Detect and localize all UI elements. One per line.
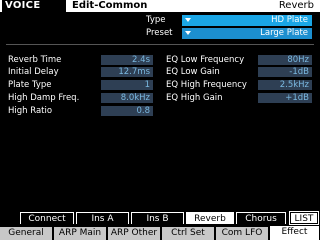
dropdown-arrow-icon [185,31,191,35]
high-damp-freq-value[interactable]: 8.0kHz [101,93,153,103]
subtab-ins-a[interactable]: Ins A [76,212,129,224]
type-value: HD Plate [271,15,308,25]
initial-delay-label: Initial Delay [8,67,59,77]
type-select[interactable]: HD Plate [182,15,312,26]
plate-type-value[interactable]: 1 [101,80,153,90]
preset-select[interactable]: Large Plate [182,28,312,39]
mode-title: VOICE [2,0,66,12]
page-title: Edit-Common [72,0,148,11]
high-ratio-label: High Ratio [8,106,53,116]
reverb-time-label: Reverb Time [8,55,62,65]
high-damp-freq-label: High Damp Freq. [8,93,80,103]
tab-bar: General ARP Main ARP Other Ctrl Set Com … [0,226,320,240]
eq-high-frequency-label: EQ High Frequency [166,80,247,90]
plate-type-label: Plate Type [8,80,52,90]
tab-arp-other[interactable]: ARP Other [108,227,161,240]
tab-general[interactable]: General [0,227,53,240]
initial-delay-value[interactable]: 12.7ms [101,67,153,77]
preset-label: Preset [146,28,173,38]
eq-low-gain-label: EQ Low Gain [166,67,220,77]
eq-low-frequency-label: EQ Low Frequency [166,55,245,65]
subtab-chorus[interactable]: Chorus [236,212,286,224]
category-label: Reverb [278,0,314,11]
eq-high-frequency-value[interactable]: 2.5kHz [258,80,312,90]
tab-arp-main[interactable]: ARP Main [54,227,107,240]
preset-value: Large Plate [260,28,308,38]
tab-ctrl-set[interactable]: Ctrl Set [162,227,215,240]
eq-high-gain-value[interactable]: +1dB [258,93,312,103]
subtab-ins-b[interactable]: Ins B [131,212,184,224]
subtab-reverb[interactable]: Reverb [186,212,234,224]
tab-effect[interactable]: Effect [270,226,320,240]
dropdown-arrow-icon [185,18,191,22]
subtab-connect[interactable]: Connect [20,212,74,224]
eq-low-frequency-value[interactable]: 80Hz [258,55,312,65]
eq-high-gain-label: EQ High Gain [166,93,223,103]
reverb-time-value[interactable]: 2.4s [101,55,153,65]
list-button[interactable]: LIST [289,211,319,225]
tab-com-lfo[interactable]: Com LFO [216,227,269,240]
header-bar: VOICE Edit-Common Reverb [0,0,320,12]
eq-low-gain-value[interactable]: -1dB [258,67,312,77]
type-label: Type [146,15,166,25]
subtab-bar: Connect Ins A Ins B Reverb Chorus LIST [0,211,320,225]
high-ratio-value[interactable]: 0.8 [101,106,153,116]
divider [6,44,314,45]
